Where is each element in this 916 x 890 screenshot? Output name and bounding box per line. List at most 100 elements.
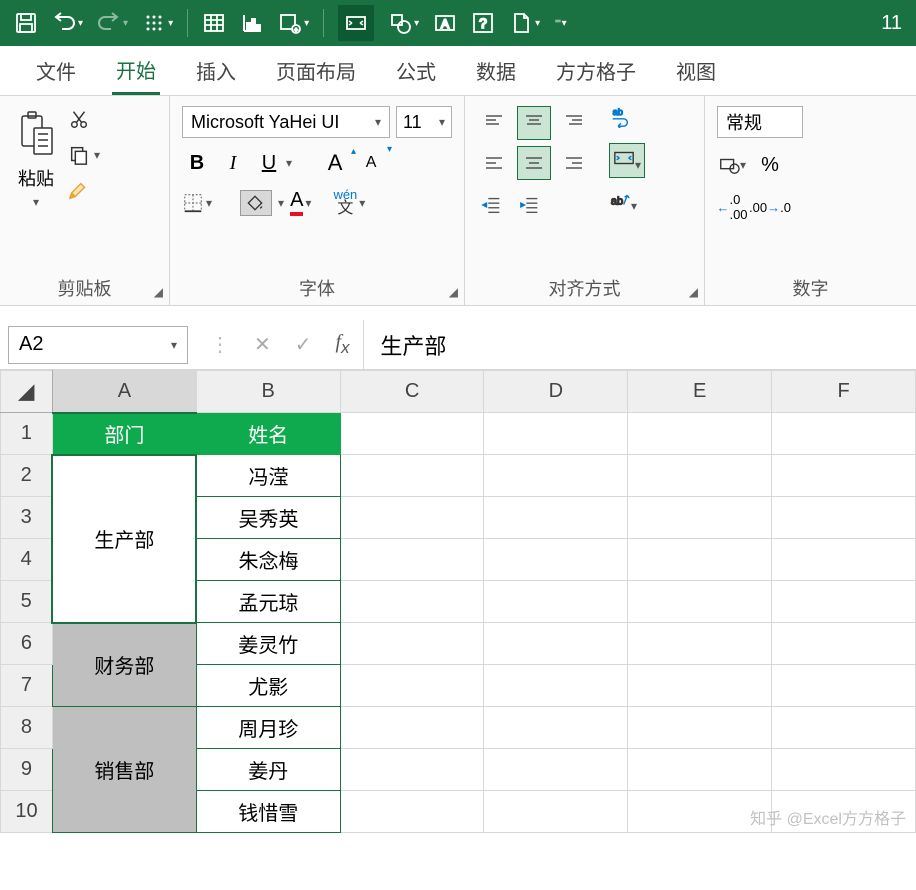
qat-merge-icon[interactable] <box>338 5 374 41</box>
qat-textbox-icon[interactable]: A <box>433 11 457 35</box>
bold-button[interactable]: B <box>182 148 212 178</box>
paste-dropdown[interactable]: ▾ <box>33 195 39 209</box>
group-clipboard-label: 剪贴板 <box>12 269 157 301</box>
row-header[interactable]: 2 <box>1 455 53 497</box>
qat-shape-icon[interactable]: ▾ <box>388 11 419 35</box>
fx-icon[interactable]: fx <box>336 331 350 358</box>
font-name-select[interactable]: Microsoft YaHei UI▾ <box>182 106 390 138</box>
tab-file[interactable]: 文件 <box>32 48 80 93</box>
qat-filter-icon[interactable]: +▾ <box>278 11 309 35</box>
qat-doc-icon[interactable]: ▾ <box>509 11 540 35</box>
ribbon: 粘贴 ▾ ▾ 剪贴板 ◢ Microsoft YaHei UI▾ 11▾ <box>0 96 916 306</box>
undo-button[interactable]: ▾ <box>52 11 83 35</box>
header-dept[interactable]: 部门 <box>52 413 196 455</box>
svg-text:A: A <box>441 17 449 31</box>
select-all-corner[interactable]: ◢ <box>1 371 53 413</box>
tab-pagelayout[interactable]: 页面布局 <box>272 48 360 93</box>
font-color-button[interactable]: A▾ <box>290 189 311 216</box>
decrease-font-button[interactable]: A▾ <box>356 148 386 178</box>
worksheet[interactable]: ◢ A B C D E F 1部门姓名 2生产部冯滢 3 吴秀英 4 朱念梅 5 孟元… <box>0 370 916 833</box>
cell-dept-1[interactable]: 生产部 <box>52 455 196 623</box>
wrap-text-button[interactable]: ab <box>609 106 645 133</box>
accounting-format-button[interactable]: ▾ <box>717 150 747 180</box>
save-icon[interactable] <box>14 11 38 35</box>
cell-name[interactable]: 姜灵竹 <box>196 623 340 665</box>
phonetic-button[interactable]: wén文▾ <box>333 188 365 217</box>
align-launcher-icon[interactable]: ◢ <box>689 285 698 299</box>
cell-dept-2[interactable]: 财务部 <box>52 623 196 707</box>
column-header-b[interactable]: B <box>196 371 340 413</box>
row-header[interactable]: 1 <box>1 413 53 455</box>
name-box[interactable]: A2▾ <box>8 326 188 364</box>
formula-input[interactable]: 生产部 <box>363 320 916 369</box>
number-format-select[interactable]: 常规 <box>717 106 803 138</box>
formula-bar: A2▾ ⋮ ✕ ✓ fx 生产部 <box>0 320 916 370</box>
tab-ffgz[interactable]: 方方格子 <box>552 48 640 93</box>
qat-table-icon[interactable] <box>202 11 226 35</box>
group-clipboard: 粘贴 ▾ ▾ 剪贴板 ◢ <box>0 96 170 305</box>
align-left[interactable] <box>477 146 511 180</box>
column-header-d[interactable]: D <box>484 371 628 413</box>
borders-button[interactable]: ▾ <box>182 192 212 214</box>
cut-button[interactable] <box>68 108 100 130</box>
align-center[interactable] <box>517 146 551 180</box>
column-header-f[interactable]: F <box>772 371 916 413</box>
clipboard-launcher-icon[interactable]: ◢ <box>154 285 163 299</box>
fill-color-button[interactable] <box>240 190 272 216</box>
row-header[interactable]: 4 <box>1 539 53 581</box>
tab-data[interactable]: 数据 <box>472 48 520 93</box>
indent-decrease-button[interactable] <box>477 190 507 220</box>
column-header-a[interactable]: A <box>52 371 196 413</box>
tab-insert[interactable]: 插入 <box>192 48 240 93</box>
increase-decimal-button[interactable]: .00→.0 <box>755 192 785 222</box>
qat-help-icon[interactable]: ? <box>471 11 495 35</box>
font-size-select[interactable]: 11▾ <box>396 106 452 138</box>
cell-name[interactable]: 朱念梅 <box>196 539 340 581</box>
row-header[interactable]: 6 <box>1 623 53 665</box>
qat-overflow-icon[interactable]: ⁼▾ <box>554 15 566 32</box>
row-header[interactable]: 7 <box>1 665 53 707</box>
cell-name[interactable]: 吴秀英 <box>196 497 340 539</box>
redo-button[interactable]: ▾ <box>97 11 128 35</box>
header-name[interactable]: 姓名 <box>196 413 340 455</box>
format-painter-button[interactable] <box>68 180 100 202</box>
row-header[interactable]: 9 <box>1 749 53 791</box>
align-top-center[interactable] <box>517 106 551 140</box>
cell-name[interactable]: 孟元琼 <box>196 581 340 623</box>
italic-button[interactable]: I <box>218 148 248 178</box>
cell-name[interactable]: 钱惜雪 <box>196 791 340 833</box>
qat-chart-icon[interactable] <box>240 11 264 35</box>
row-header[interactable]: 8 <box>1 707 53 749</box>
decrease-decimal-button[interactable]: ←.0.00 <box>717 192 747 222</box>
group-number-label: 数字 <box>717 269 904 301</box>
cell-name[interactable]: 周月珍 <box>196 707 340 749</box>
paste-icon[interactable] <box>16 110 56 161</box>
cell-name[interactable]: 姜丹 <box>196 749 340 791</box>
copy-button[interactable]: ▾ <box>68 144 100 166</box>
tab-formulas[interactable]: 公式 <box>392 48 440 93</box>
cell-name[interactable]: 冯滢 <box>196 455 340 497</box>
column-header-c[interactable]: C <box>340 371 484 413</box>
orientation-button[interactable]: ab▾ <box>609 188 645 215</box>
row-header[interactable]: 10 <box>1 791 53 833</box>
cell-name[interactable]: 尤影 <box>196 665 340 707</box>
font-launcher-icon[interactable]: ◢ <box>449 285 458 299</box>
cell-dept-3[interactable]: 销售部 <box>52 707 196 833</box>
cancel-formula-icon[interactable]: ✕ <box>254 332 271 357</box>
column-header-e[interactable]: E <box>628 371 772 413</box>
increase-font-button[interactable]: A▴ <box>320 148 350 178</box>
row-header[interactable]: 3 <box>1 497 53 539</box>
tab-view[interactable]: 视图 <box>672 48 720 93</box>
align-top-right[interactable] <box>557 106 591 140</box>
qat-grid-icon[interactable]: ▾ <box>142 11 173 35</box>
merge-center-button[interactable]: ▾ <box>609 143 645 178</box>
row-header[interactable]: 5 <box>1 581 53 623</box>
indent-increase-button[interactable] <box>515 190 545 220</box>
align-top-left[interactable] <box>477 106 511 140</box>
tab-home[interactable]: 开始 <box>112 47 160 95</box>
underline-button[interactable]: U <box>254 148 284 178</box>
align-right[interactable] <box>557 146 591 180</box>
paste-label[interactable]: 粘贴 <box>18 165 54 191</box>
enter-formula-icon[interactable]: ✓ <box>295 332 312 357</box>
percent-button[interactable]: % <box>755 150 785 180</box>
